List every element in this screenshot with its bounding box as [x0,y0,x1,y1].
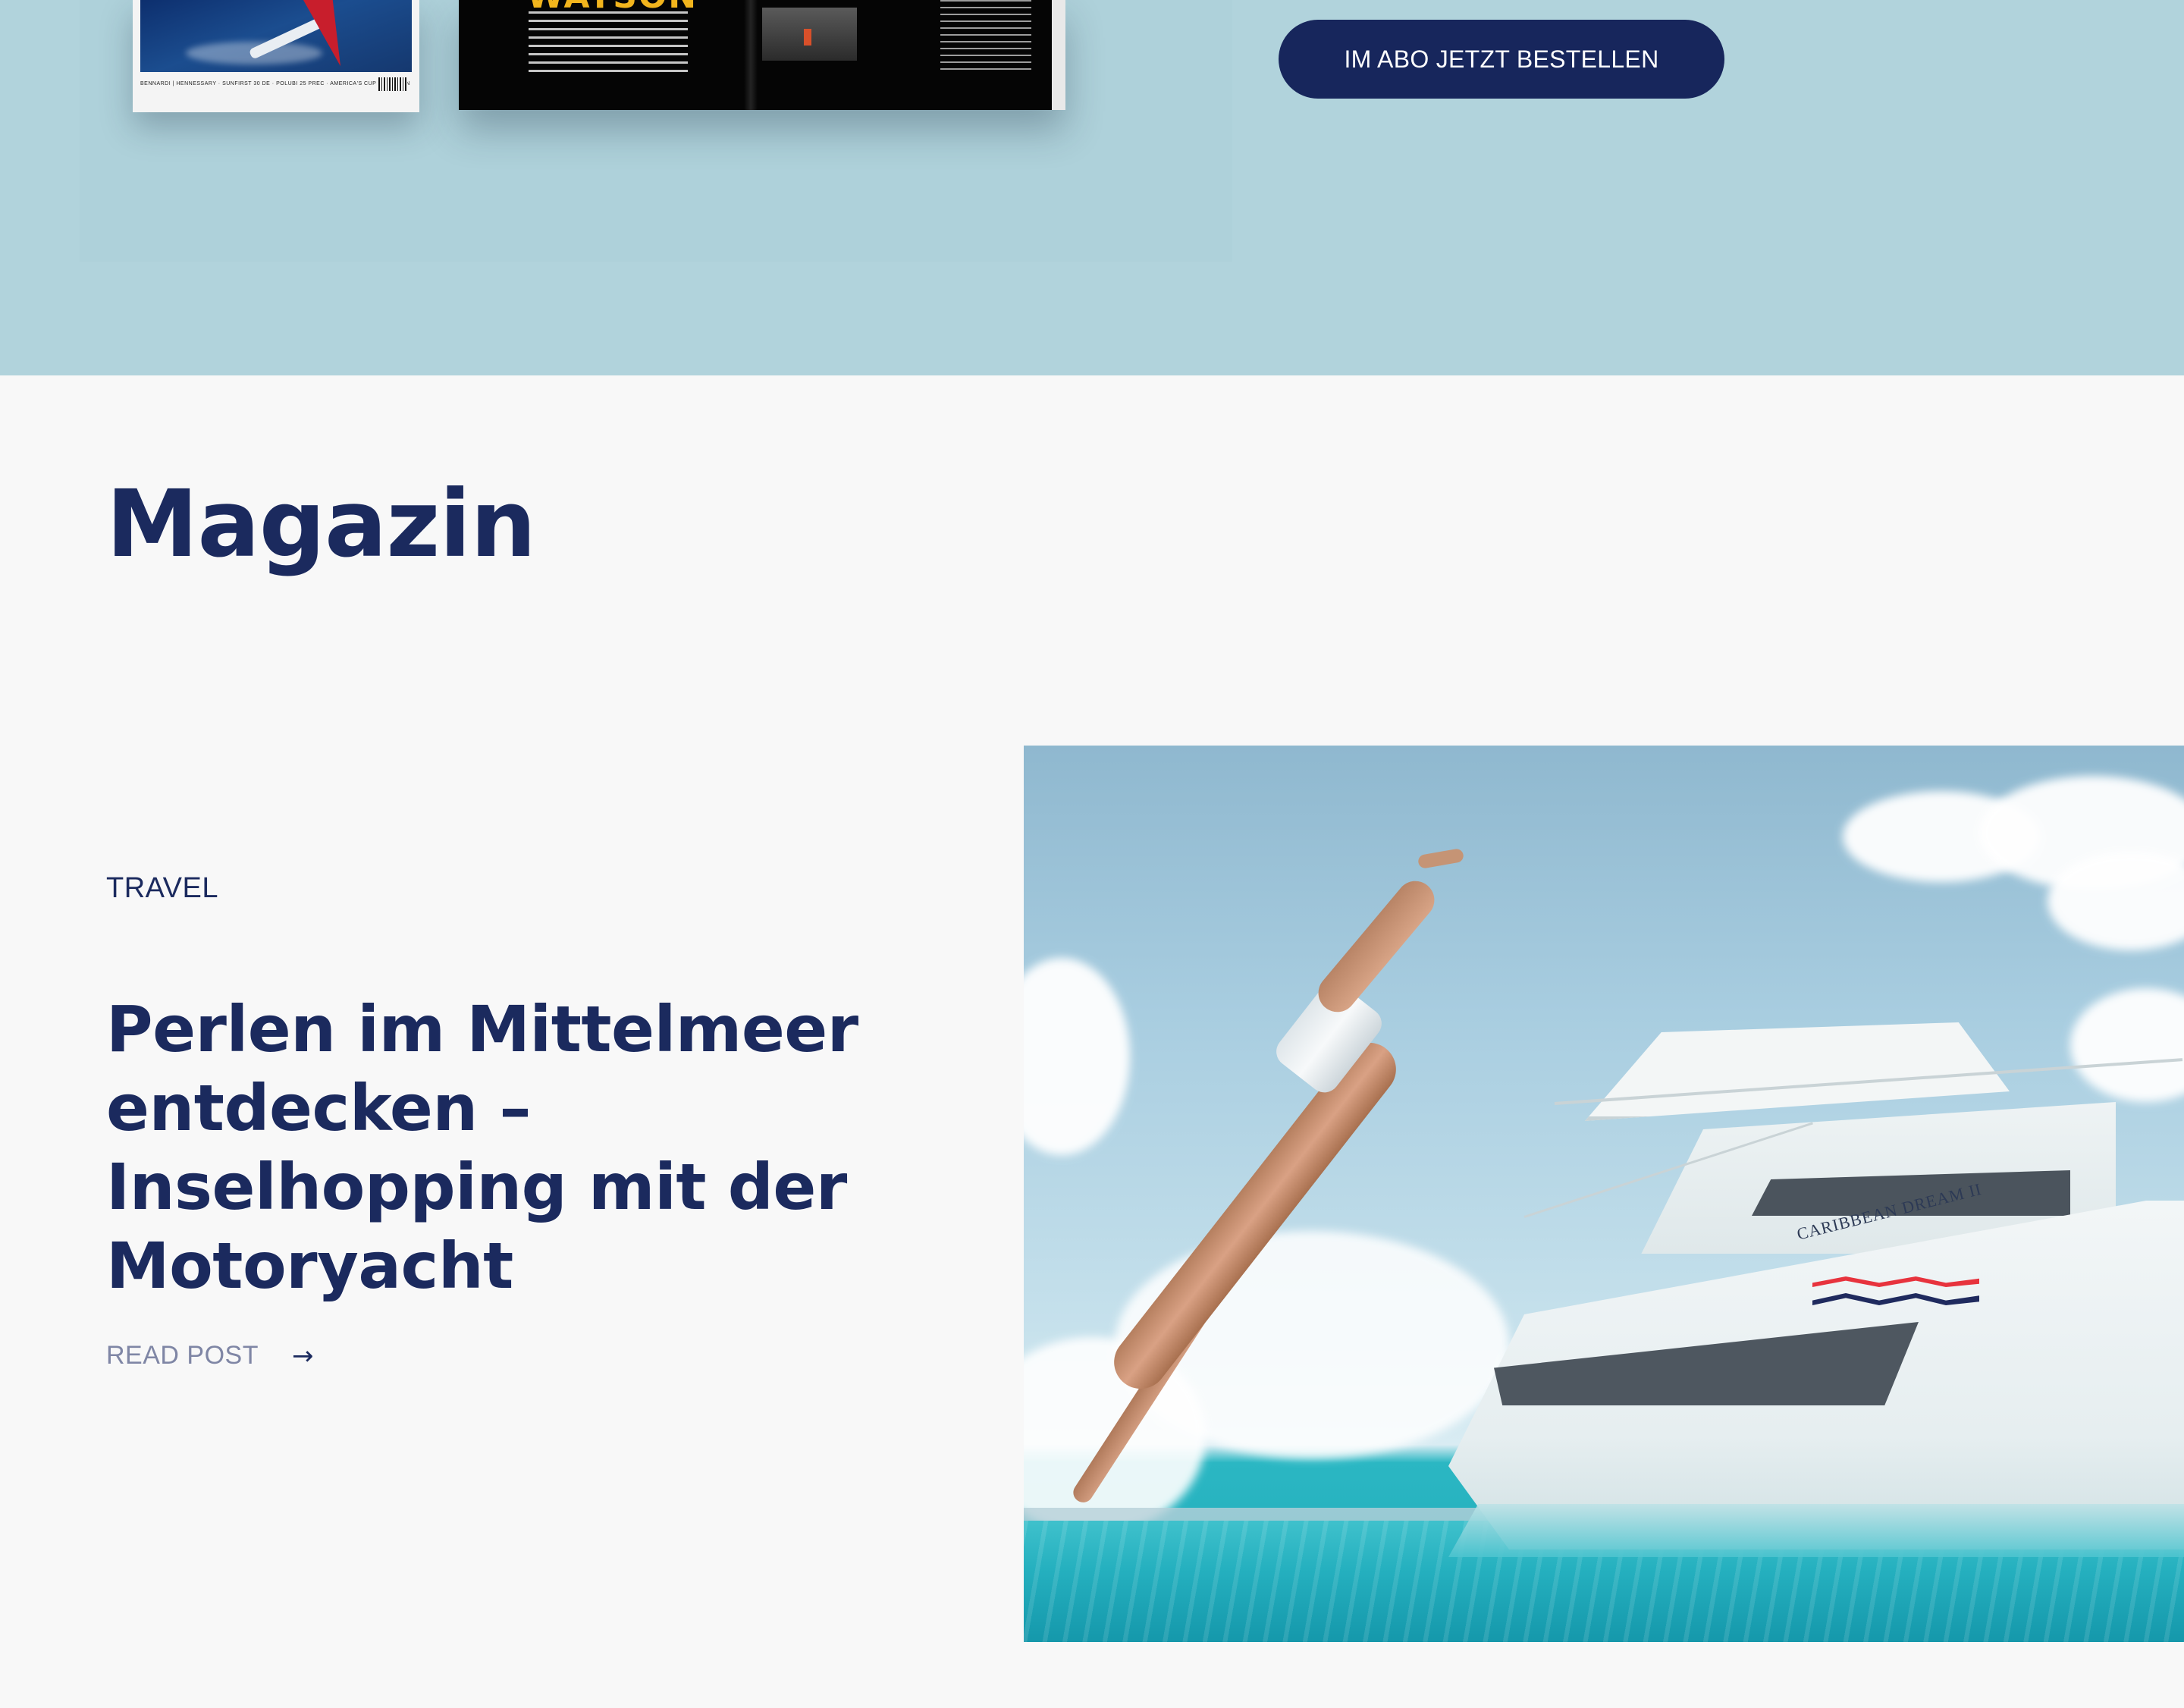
arrow-right-icon: → [291,1340,314,1371]
cover-teaser-strip: BENNARDI | HENNESSARY · SUNFIRST 30 DE ·… [140,81,410,86]
read-post-label: READ POST [106,1341,259,1370]
yacht-flybridge-roof [1585,1022,2010,1121]
spread-body-text [529,11,688,72]
spread-photo [762,8,857,61]
post-featured-image[interactable]: CARIBBEAN DREAM II [1024,746,2184,1642]
spread-gutter [744,0,758,110]
spread-column-text [940,0,1031,72]
cover-photo-sailboat [140,0,412,72]
cloud [2070,988,2184,1102]
barcode-icon [378,77,407,91]
cover-sail [299,0,356,72]
logo-stripe-navy [1812,1293,1979,1305]
post-title-link[interactable]: Perlen im Mittelmeer entdecken – Inselho… [106,990,986,1305]
subscription-promo-band: BENNARDI | HENNESSARY · SUNFIRST 30 DE ·… [0,0,2184,375]
cloud [1024,958,1130,1155]
read-post-link[interactable]: READ POST → [106,1341,313,1370]
post-category-link[interactable]: TRAVEL [106,872,218,905]
magazine-spread-image: WATSON [459,0,1065,110]
magazine-cover-image: BENNARDI | HENNESSARY · SUNFIRST 30 DE ·… [133,0,419,112]
yacht-waterline [1448,1504,2184,1557]
subscribe-now-button[interactable]: IM ABO JETZT BESTELLEN [1279,20,1724,99]
diver-feet [1417,847,1465,870]
diver-legs [1310,873,1442,1020]
section-title-magazin: Magazin [106,470,536,578]
logo-stripe-red [1812,1276,1979,1287]
yacht-wave-logo [1812,1269,1987,1330]
spread-photo-figure [804,29,811,46]
